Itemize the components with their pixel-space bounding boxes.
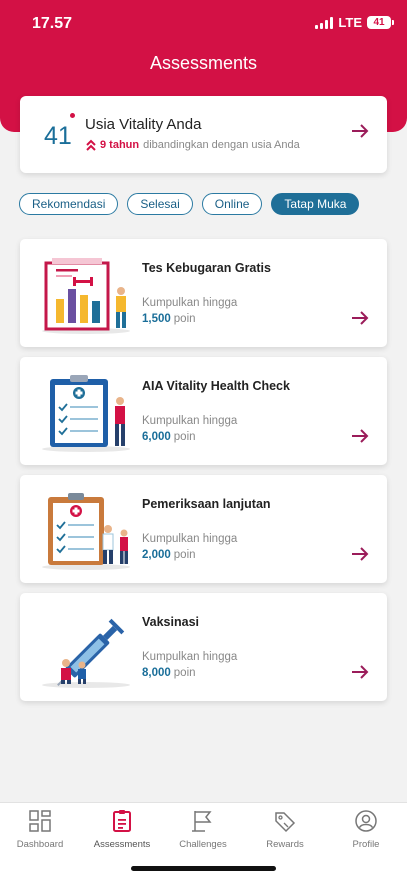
assessment-card[interactable]: Vaksinasi Kumpulkan hingga 8,000 poin [20,593,387,701]
card-title: Pemeriksaan lanjutan [142,497,271,511]
fitness-chart-illustration [42,258,130,334]
card-points-value: 2,000 [142,549,171,561]
arrow-right-icon[interactable] [351,124,369,138]
card-title: Vaksinasi [142,615,199,629]
network-type: LTE [338,15,362,30]
arrow-right-icon[interactable] [351,547,369,561]
card-title: Tes Kebugaran Gratis [142,261,271,275]
nav-label: Rewards [266,839,304,850]
dashboard-icon [29,810,51,832]
card-points-value: 8,000 [142,667,171,679]
health-checklist-illustration [42,375,130,452]
arrow-right-icon[interactable] [351,665,369,679]
nav-label: Dashboard [16,839,64,850]
nav-challenges[interactable]: Challenges [163,809,243,850]
status-time: 17.57 [32,15,73,32]
card-label: Kumpulkan hingga [142,651,238,663]
arrow-right-icon[interactable] [351,311,369,325]
nav-profile[interactable]: Profile [326,809,406,850]
vitality-age-title: Usia Vitality Anda [85,116,202,133]
card-points: 8,000 poin [142,667,196,679]
card-points: 6,000 poin [142,431,196,443]
nav-assessments[interactable]: Assessments [82,809,162,850]
card-points-unit: poin [173,667,196,679]
page-title: Assessments [149,53,258,73]
vitality-years: 9 tahun [100,139,140,151]
card-points: 1,500 poin [142,313,196,325]
medical-clipboard-illustration [42,493,130,570]
vitality-age-value: 41 [44,122,72,150]
assessment-card[interactable]: Tes Kebugaran Gratis Kumpulkan hingga 1,… [20,239,387,347]
vitality-age-card[interactable]: 41 Usia Vitality Anda 9 tahun dibandingk… [20,96,387,173]
status-indicators: LTE 41 [315,15,394,30]
nav-label: Profile [352,839,380,850]
assessment-card[interactable]: AIA Vitality Health Check Kumpulkan hing… [20,357,387,465]
card-points-value: 6,000 [142,431,171,443]
tag-icon [275,812,296,833]
nav-dashboard[interactable]: Dashboard [0,809,80,850]
card-label: Kumpulkan hingga [142,297,238,309]
filter-online[interactable]: Online [201,193,263,215]
filter-chips: Rekomendasi Selesai Online Tatap Muka [19,193,360,215]
filter-tatap-muka[interactable]: Tatap Muka [271,193,360,215]
arrow-right-icon[interactable] [351,429,369,443]
notification-dot [70,113,75,118]
vaccine-syringe-illustration [42,618,130,688]
vitality-age-comparison: 9 tahun dibandingkan dengan usia Anda [86,139,300,151]
filter-selesai[interactable]: Selesai [127,193,193,215]
clipboard-icon [113,810,131,832]
profile-icon [355,810,377,832]
vitality-comparison-text: dibandingkan dengan usia Anda [143,139,300,151]
card-title: AIA Vitality Health Check [142,379,290,393]
nav-rewards[interactable]: Rewards [245,809,325,850]
card-points-value: 1,500 [142,313,171,325]
assessment-card[interactable]: Pemeriksaan lanjutan Kumpulkan hingga 2,… [20,475,387,583]
card-points: 2,000 poin [142,549,196,561]
card-points-unit: poin [173,313,196,325]
card-label: Kumpulkan hingga [142,533,238,545]
battery-level: 41 [373,17,385,28]
card-label: Kumpulkan hingga [142,415,238,427]
nav-label: Challenges [179,839,227,850]
home-indicator [131,866,276,871]
filter-rekomendasi[interactable]: Rekomendasi [19,193,119,215]
nav-label: Assessments [93,839,151,850]
flag-icon [192,811,212,832]
card-points-unit: poin [173,431,196,443]
signal-icon [315,16,334,29]
card-points-unit: poin [173,549,196,561]
double-chevron-up-icon [86,139,96,151]
battery-icon: 41 [367,16,394,29]
